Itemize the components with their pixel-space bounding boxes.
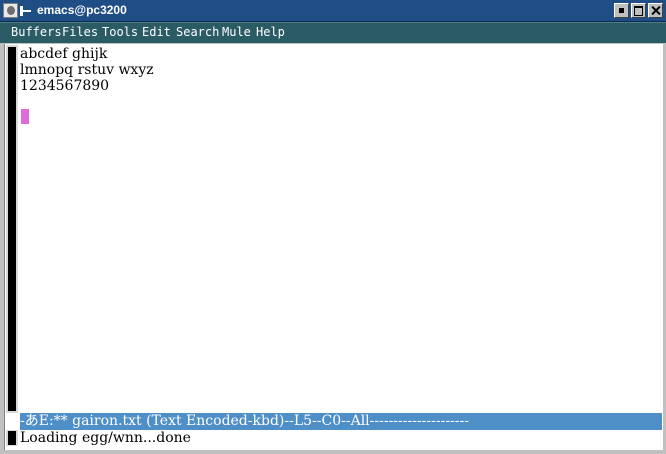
menu-tools[interactable]: Tools xyxy=(102,25,138,39)
window-titlebar[interactable]: emacs@pc3200 xyxy=(0,0,666,22)
minibuffer-scrollbar xyxy=(6,430,18,446)
menu-help[interactable]: Help xyxy=(256,25,285,39)
menu-edit[interactable]: Edit xyxy=(142,25,171,39)
scrollbar-thumb[interactable] xyxy=(8,47,16,411)
buffer-line: 1234567890 xyxy=(20,78,110,94)
window-menu-icon[interactable] xyxy=(3,3,18,18)
buffer-line: abcdef ghijk xyxy=(20,46,108,62)
window-title: emacs@pc3200 xyxy=(37,3,127,17)
scrollbar[interactable] xyxy=(6,45,18,413)
menu-buffers[interactable]: Buffers xyxy=(11,25,62,39)
pin-icon xyxy=(20,6,31,16)
minimize-button[interactable] xyxy=(614,3,629,18)
text-buffer[interactable]: abcdef ghijk lmnopq rstuv wxyz 123456789… xyxy=(20,46,660,412)
close-button[interactable] xyxy=(648,3,663,18)
menu-search[interactable]: Search xyxy=(176,25,219,39)
maximize-button[interactable] xyxy=(631,3,646,18)
text-cursor xyxy=(21,109,29,124)
menu-mule[interactable]: Mule xyxy=(222,25,251,39)
minibuffer-scrollbar-thumb xyxy=(8,431,16,445)
menu-bar: Buffers Files Tools Edit Search Mule Hel… xyxy=(0,22,666,43)
menu-files[interactable]: Files xyxy=(62,25,98,39)
buffer-line: lmnopq rstuv wxyz xyxy=(20,62,154,78)
mode-line[interactable]: -あE:** gairon.txt (Text Encoded-kbd)--L5… xyxy=(20,413,662,430)
minibuffer-echo-area[interactable]: Loading egg/wnn...done xyxy=(20,430,660,447)
